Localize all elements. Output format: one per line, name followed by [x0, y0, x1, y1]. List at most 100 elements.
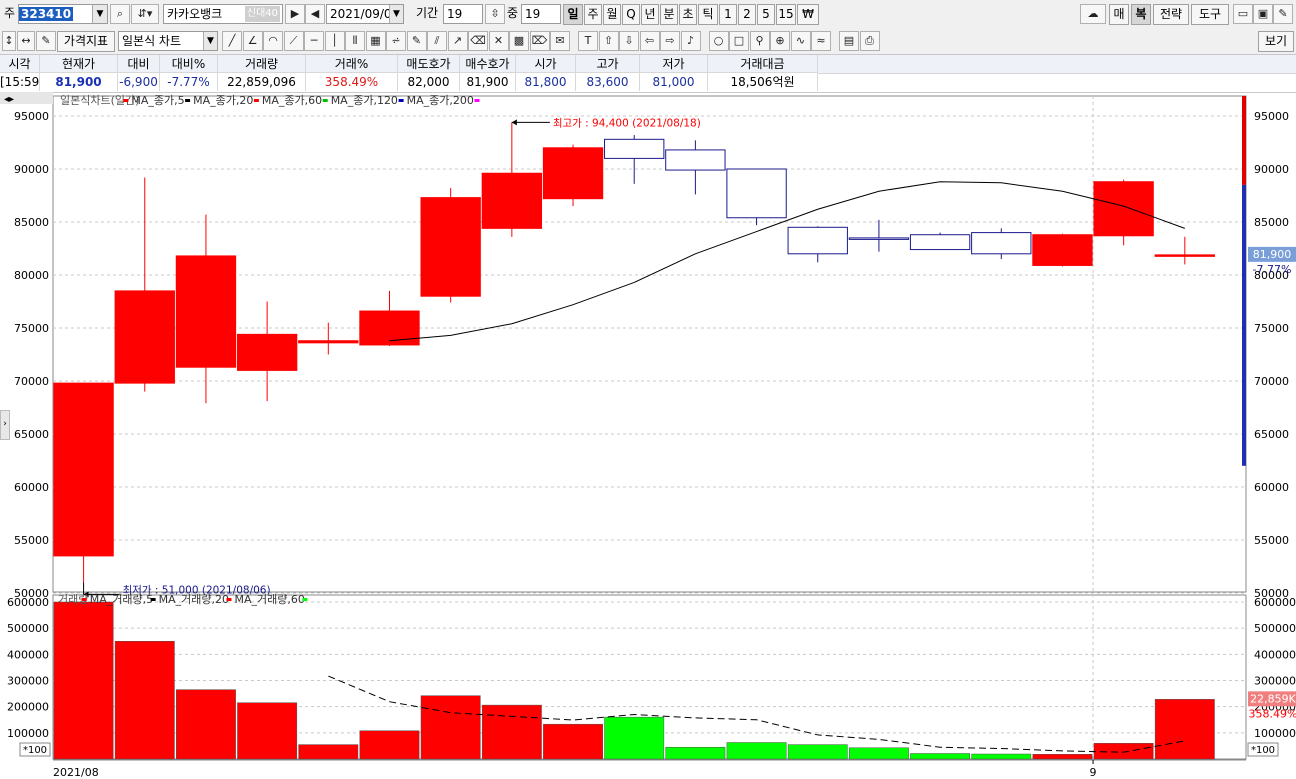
volume-bar — [849, 747, 909, 760]
quote-value-10: 81,000 — [640, 73, 708, 91]
legend-item: MA_거래량,5 — [90, 593, 153, 606]
candle-body — [604, 138, 665, 159]
hline-tool-icon[interactable]: ─ — [304, 31, 324, 51]
period-button-6[interactable]: 초 — [679, 4, 697, 25]
crosshair-tool-icon[interactable]: ⊕ — [770, 31, 790, 51]
right-button-1[interactable]: 복 — [1131, 4, 1151, 25]
scroll-leftright-icon[interactable]: ↔ — [17, 31, 35, 51]
quote-value-9: 83,600 — [576, 73, 640, 91]
price-ytick-right: 65000 — [1254, 428, 1289, 441]
quote-header-0: 시각 — [0, 55, 40, 73]
quote-header-5: 거래% — [306, 55, 398, 73]
search-icon[interactable]: ⌕ — [110, 4, 130, 24]
volume-bar — [910, 753, 971, 760]
right-button-0[interactable]: 매 — [1109, 4, 1129, 25]
period-button-3[interactable]: Q — [622, 4, 640, 25]
grid-tool-icon[interactable]: ▦ — [365, 31, 386, 51]
quote-value-1: 81,900 — [40, 73, 118, 91]
export-icon[interactable]: ▤ — [839, 31, 859, 51]
price-ytick-left: 65000 — [14, 428, 49, 441]
fan-tool-icon[interactable]: ⟋ — [283, 31, 304, 51]
quote-value-7: 81,900 — [460, 73, 516, 91]
trend-tool-icon[interactable]: ↗ — [447, 31, 468, 51]
left-arrow-icon[interactable]: ⇦ — [639, 31, 660, 51]
edit-icon[interactable]: ✎ — [36, 31, 56, 51]
pencil-tool-icon[interactable]: ✎ — [406, 31, 427, 51]
legend-item: MA_거래량,60 — [235, 593, 305, 606]
period-button-8[interactable]: 1 — [719, 4, 737, 25]
rect-tool-icon[interactable]: □ — [729, 31, 749, 51]
candle-body — [236, 333, 298, 371]
cycle-tool-icon[interactable]: ⦀ — [345, 31, 365, 51]
price-ytick-right: 75000 — [1254, 322, 1289, 335]
drawing-toolbar: ↕ ↔ ✎ 가격지표 일본식 차트 ▼ ╱ ∠ ◠ ⟋ ─ │ ⦀ ▦ ⩫ ✎ ⫽ ↗ ⌫ ✕ ▩ ⌦ ✉ T ⇧ ⇩… — [0, 29, 1296, 55]
zoom-tool-icon[interactable]: ⚲ — [749, 31, 770, 51]
quote-table: 시각 [15:59] 현재가 81,900 대비 -6,900 대비% -7.77% 거래량 22… — [0, 55, 1296, 93]
erase-tool-icon[interactable]: ⌫ — [468, 31, 488, 51]
next-stock-icon[interactable]: ▶ — [285, 4, 305, 24]
date-dropdown-icon[interactable]: ▼ — [389, 5, 403, 23]
print-icon[interactable]: ⎙ — [859, 31, 880, 51]
period-button-12[interactable]: ₩ — [797, 4, 819, 25]
sort-dropdown-icon[interactable]: ⇵▾ — [131, 4, 159, 24]
period-button-4[interactable]: 년 — [641, 4, 659, 25]
stock-code-input[interactable]: 323410 ▼ — [18, 4, 108, 24]
eraser-tool-icon[interactable]: ⌦ — [529, 31, 550, 51]
indicator-button[interactable]: 가격지표 — [57, 31, 115, 52]
candle-body — [420, 197, 481, 297]
code-dropdown-icon[interactable]: ▼ — [92, 5, 107, 23]
stock-chart[interactable]: ◂▸50000 5000055000 5500060000 6000065000 650… — [0, 92, 1296, 779]
period-button-5[interactable]: 분 — [660, 4, 678, 25]
period-button-2[interactable]: 월 — [603, 4, 621, 25]
candle-body — [665, 149, 726, 171]
prev-stock-icon[interactable]: ◀ — [305, 4, 325, 24]
volume-bar — [481, 704, 542, 760]
volume-bar — [114, 641, 175, 760]
view-button[interactable]: 보기 — [1258, 31, 1294, 52]
fill-tool-icon[interactable]: ▩ — [509, 31, 529, 51]
scroll-arrows-icon[interactable]: ◂▸ — [4, 94, 14, 105]
circle-tool-icon[interactable]: ○ — [708, 31, 729, 51]
right-button-3[interactable]: 도구 — [1191, 4, 1229, 25]
memo-icon[interactable]: ♪ — [680, 31, 701, 51]
line-tool-icon[interactable]: ╱ — [222, 31, 242, 51]
channel-tool-icon[interactable]: ⫽ — [427, 31, 447, 51]
angle-tool-icon[interactable]: ∠ — [242, 31, 263, 51]
middle-input[interactable]: 19 — [521, 4, 561, 24]
up-arrow-icon[interactable]: ⇧ — [598, 31, 619, 51]
chart-type-dropdown-icon[interactable]: ▼ — [203, 32, 217, 50]
arc-tool-icon[interactable]: ◠ — [263, 31, 283, 51]
text-tool-icon[interactable]: T — [578, 31, 598, 51]
chart-type-value: 일본식 차트 — [122, 34, 182, 48]
right-arrow-icon[interactable]: ⇨ — [660, 31, 680, 51]
scroll-updown-icon[interactable]: ↕ — [2, 31, 16, 51]
wave2-tool-icon[interactable]: ≈ — [811, 31, 831, 51]
volume-ytick-left: 500000 — [7, 622, 49, 635]
period-input[interactable]: 19 — [443, 4, 483, 24]
folder-icon[interactable]: ▭ — [1233, 4, 1253, 24]
stock-name: 카카오뱅크 — [167, 7, 223, 21]
stock-name-field[interactable]: 카카오뱅크 신대40 — [163, 4, 283, 24]
note-tool-icon[interactable]: ✉ — [550, 31, 570, 51]
period-button-7[interactable]: 틱 — [698, 4, 718, 25]
period-button-0[interactable]: 일 — [563, 4, 583, 25]
period-spinner-icon[interactable]: ⇳ — [485, 4, 505, 24]
period-button-9[interactable]: 2 — [738, 4, 756, 25]
cloud-icon[interactable]: ☁ — [1080, 4, 1106, 24]
chart-type-select[interactable]: 일본식 차트 ▼ — [118, 31, 218, 51]
quote-header-7: 매수호가 — [460, 55, 516, 73]
period-button-10[interactable]: 5 — [757, 4, 775, 25]
right-button-2[interactable]: 전략 — [1153, 4, 1189, 25]
save-icon[interactable]: ▣ — [1253, 4, 1273, 24]
legend-swatch — [474, 99, 480, 102]
wave-tool-icon[interactable]: ∿ — [790, 31, 811, 51]
gann-tool-icon[interactable]: ⩫ — [386, 31, 406, 51]
period-button-1[interactable]: 주 — [584, 4, 602, 25]
price-ytick-right: 90000 — [1254, 163, 1289, 176]
wrench-icon[interactable]: ✎ — [1273, 4, 1293, 24]
date-input[interactable]: 2021/09/02 ▼ — [326, 4, 404, 24]
delete-tool-icon[interactable]: ✕ — [488, 31, 509, 51]
period-button-11[interactable]: 15 — [776, 4, 796, 25]
down-arrow-icon[interactable]: ⇩ — [619, 31, 639, 51]
vline-tool-icon[interactable]: │ — [324, 31, 345, 51]
